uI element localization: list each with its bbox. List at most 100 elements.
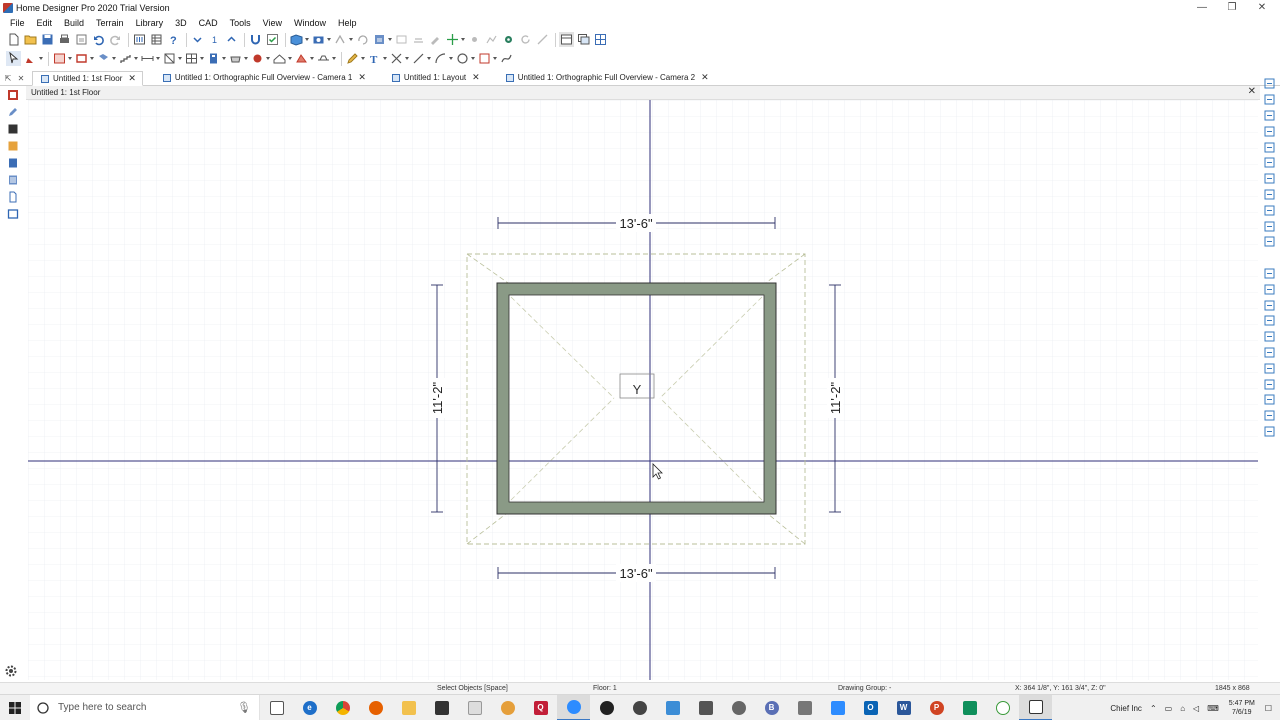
cad-tools-dropdown[interactable] (360, 51, 365, 66)
walkthrough-button[interactable] (333, 32, 348, 47)
plan-camera-button[interactable] (1260, 234, 1278, 250)
adjust-material-dropdown[interactable] (460, 32, 465, 47)
window-tools-dropdown[interactable] (199, 51, 204, 66)
fixture-tools-dropdown[interactable] (243, 51, 248, 66)
maximize-button[interactable]: ❐ (1217, 0, 1247, 15)
stairs-dropdown[interactable] (133, 51, 138, 66)
redo-button[interactable] (108, 32, 123, 47)
menu-window[interactable]: Window (288, 18, 332, 28)
stairs-button[interactable] (118, 51, 133, 66)
spline-button[interactable] (499, 51, 514, 66)
tab-close-icon[interactable]: ✕ (701, 72, 709, 83)
chrome-app[interactable] (326, 695, 359, 720)
display-button[interactable] (3, 206, 23, 222)
edge-app[interactable]: e (293, 695, 326, 720)
app-7[interactable] (458, 695, 491, 720)
page-button[interactable] (3, 189, 23, 205)
schedule-button[interactable] (149, 32, 164, 47)
tab-1st-floor[interactable]: Untitled 1: 1st Floor ✕ (32, 71, 143, 86)
tab-close-icon[interactable]: ✕ (128, 73, 136, 84)
floor-number[interactable]: 1 (207, 32, 222, 47)
app-13[interactable] (656, 695, 689, 720)
orbit-dropdown[interactable] (387, 32, 392, 47)
layout-button[interactable] (593, 32, 608, 47)
page-button[interactable] (1260, 297, 1278, 313)
floor-view-button[interactable] (3, 121, 23, 137)
save-button[interactable] (40, 32, 55, 47)
wall-tools-dropdown[interactable] (67, 51, 72, 66)
tile-windows-button[interactable] (559, 32, 574, 47)
adjust-material-button[interactable] (445, 32, 460, 47)
terrain-tools-button[interactable] (294, 51, 309, 66)
render-toggle-button[interactable] (394, 32, 409, 47)
volume-icon[interactable]: ◁ (1193, 704, 1199, 713)
cad-tools-button[interactable] (345, 51, 360, 66)
left-dimension-label[interactable]: 11'-2" (430, 382, 445, 415)
settings-3d-button[interactable] (501, 32, 516, 47)
arc-dropdown[interactable] (448, 51, 453, 66)
picture-dropdown[interactable] (326, 32, 331, 47)
object-snap-button[interactable] (248, 32, 263, 47)
settings-app[interactable] (623, 695, 656, 720)
floor-plan[interactable]: Y 13'-6" 13'-6" 11'-2" 11'-2" (28, 100, 1258, 680)
drawing-canvas[interactable]: Y 13'-6" 13'-6" 11'-2" 11'-2" (28, 100, 1258, 680)
app-15[interactable] (722, 695, 755, 720)
refresh-button[interactable] (1260, 218, 1278, 234)
app-9[interactable]: Q (524, 695, 557, 720)
angle-button[interactable] (1260, 345, 1278, 361)
taskbar-search-box[interactable]: Type here to search 🎙 (30, 694, 260, 720)
text-tools-dropdown[interactable] (331, 51, 336, 66)
schedule-panel-button[interactable] (3, 172, 23, 188)
keyboard-icon[interactable]: ⌨ (1207, 704, 1219, 713)
dimension-dropdown[interactable] (155, 51, 160, 66)
tray-user[interactable]: Chief Inc (1110, 704, 1142, 713)
right-dimension-label[interactable]: 11'-2" (828, 382, 843, 415)
menu-file[interactable]: File (4, 18, 31, 28)
terrain-tools-dropdown[interactable] (309, 51, 314, 66)
grid-button[interactable] (1260, 376, 1278, 392)
delete-objects-dropdown[interactable] (404, 51, 409, 66)
menu-edit[interactable]: Edit (31, 18, 59, 28)
arc-button[interactable] (1260, 360, 1278, 376)
door-tools-button[interactable] (162, 51, 177, 66)
powerpoint-app[interactable]: P (920, 695, 953, 720)
menu-build[interactable]: Build (58, 18, 90, 28)
calculator-app[interactable] (689, 695, 722, 720)
zoom-window-button[interactable] (1260, 123, 1278, 139)
display-options-button[interactable] (411, 32, 426, 47)
zoom-in-button[interactable] (1260, 92, 1278, 108)
help-button[interactable]: ? (166, 32, 181, 47)
cabinet-tools-dropdown[interactable] (111, 51, 116, 66)
start-button[interactable] (0, 695, 30, 720)
close-window-button[interactable]: ✕ (1247, 0, 1277, 15)
plan-view-button[interactable] (3, 87, 23, 103)
orbit-button[interactable] (372, 32, 387, 47)
menu-view[interactable]: View (257, 18, 288, 28)
app-6[interactable] (425, 695, 458, 720)
roof-tools-dropdown[interactable] (287, 51, 292, 66)
edit-objects-dropdown[interactable] (38, 51, 43, 66)
roof-tools-button[interactable] (272, 51, 287, 66)
pan-button[interactable] (1260, 171, 1278, 187)
menu-terrain[interactable]: Terrain (90, 18, 130, 28)
firefox-app[interactable] (359, 695, 392, 720)
door-tools-dropdown[interactable] (177, 51, 182, 66)
check-button[interactable] (265, 32, 280, 47)
fill-window-building-button[interactable] (1260, 155, 1278, 171)
spacer[interactable] (1260, 250, 1278, 266)
library-panel-button[interactable] (3, 155, 23, 171)
circle-button[interactable] (455, 51, 470, 66)
electrical-tools-dropdown[interactable] (265, 51, 270, 66)
tab-layout[interactable]: Untitled 1: Layout ✕ (384, 70, 486, 85)
magnify-button[interactable] (1260, 313, 1278, 329)
window-tools-button[interactable] (184, 51, 199, 66)
backdrop-button[interactable] (484, 32, 499, 47)
sun-angle-button[interactable] (467, 32, 482, 47)
app-23[interactable] (986, 695, 1019, 720)
delete-objects-button[interactable] (389, 51, 404, 66)
zoom-button[interactable] (1260, 76, 1278, 92)
close-all-icon[interactable]: ✕ (16, 71, 26, 85)
app-22[interactable] (953, 695, 986, 720)
reset-view-button[interactable] (518, 32, 533, 47)
text-tools-button[interactable] (316, 51, 331, 66)
